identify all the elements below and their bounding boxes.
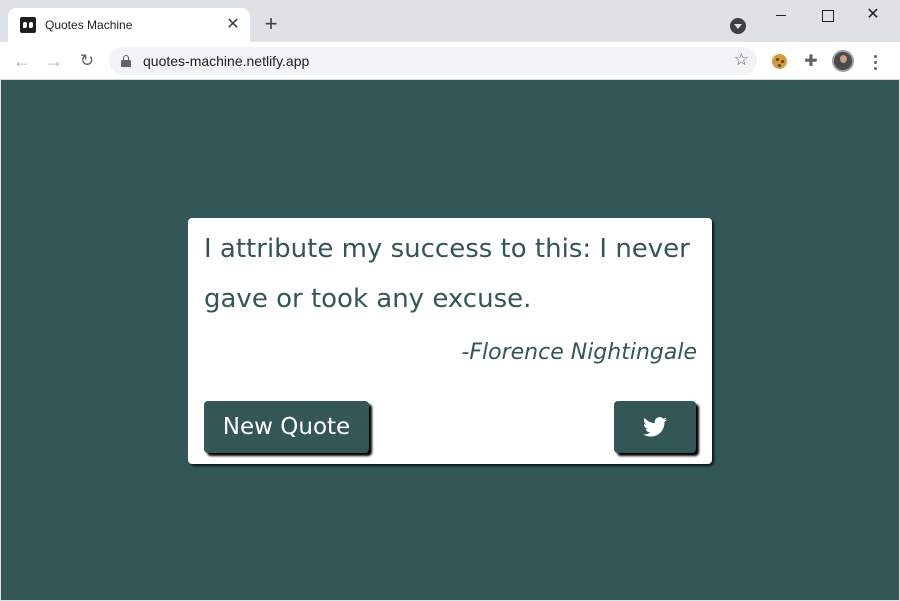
browser-menu-icon[interactable]: [866, 52, 886, 72]
forward-icon[interactable]: →: [41, 48, 67, 74]
profile-avatar[interactable]: [832, 50, 854, 72]
quotes-favicon-icon: [20, 17, 36, 33]
quote-author: -Florence Nightingale: [461, 340, 697, 365]
extensions-puzzle-icon[interactable]: ✚: [801, 52, 821, 72]
browser-toolbar: ← → ↻ quotes-machine.netlify.app ☆ ✚: [0, 42, 900, 80]
browser-tab[interactable]: Quotes Machine ✕: [8, 8, 250, 42]
lock-icon[interactable]: [121, 55, 131, 67]
new-quote-button[interactable]: New Quote: [204, 401, 369, 453]
reload-icon[interactable]: ↻: [74, 48, 100, 74]
twitter-icon: [643, 417, 667, 437]
quote-text: I attribute my success to this: I never …: [204, 234, 690, 314]
url-text[interactable]: quotes-machine.netlify.app: [143, 53, 309, 69]
back-icon[interactable]: ←: [9, 48, 35, 74]
tab-title: Quotes Machine: [45, 18, 133, 32]
tab-strip: Quotes Machine ✕ + ✕: [0, 0, 900, 42]
tab-search-icon[interactable]: [730, 18, 746, 34]
tab-close-icon[interactable]: ✕: [224, 16, 242, 34]
new-tab-icon[interactable]: +: [260, 13, 282, 36]
bookmark-star-icon[interactable]: ☆: [734, 50, 749, 70]
maximize-icon[interactable]: [804, 0, 850, 30]
cookie-extension-icon[interactable]: [769, 52, 789, 72]
minimize-icon[interactable]: [758, 0, 804, 30]
tweet-quote-button[interactable]: [614, 401, 696, 453]
window-close-icon[interactable]: ✕: [850, 0, 896, 30]
address-bar[interactable]: quotes-machine.netlify.app ☆: [109, 47, 757, 75]
quote-box: I attribute my success to this: I never …: [188, 218, 712, 464]
page-viewport: I attribute my success to this: I never …: [1, 80, 899, 600]
